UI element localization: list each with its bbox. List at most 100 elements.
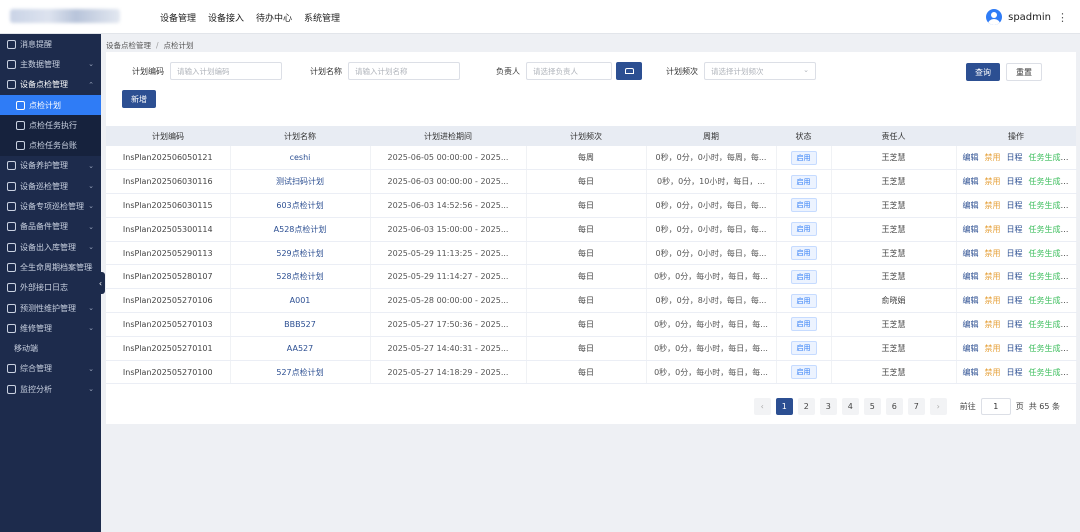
edit-link[interactable]: 编辑 — [963, 368, 979, 377]
goto-page-input[interactable]: 1 — [980, 398, 1011, 415]
generate-task-link[interactable]: 任务生成 — [1029, 153, 1061, 162]
generate-task-link[interactable]: 任务生成 — [1029, 201, 1061, 210]
generate-task-link[interactable]: 任务生成 — [1029, 225, 1061, 234]
schedule-link[interactable]: 日程 — [1007, 344, 1023, 353]
sidebar-item[interactable]: 设备巡检管理 ⌄ — [0, 176, 101, 196]
schedule-link[interactable]: 日程 — [1007, 177, 1023, 186]
disable-link[interactable]: 禁用 — [985, 177, 1001, 186]
sidebar-item[interactable]: 设备专项巡检管理 ⌄ — [0, 196, 101, 216]
page-button[interactable]: 3 — [819, 398, 837, 415]
generate-task-link[interactable]: 任务生成 — [1029, 272, 1061, 281]
disable-link[interactable]: 禁用 — [985, 225, 1001, 234]
disable-link[interactable]: 禁用 — [985, 368, 1001, 377]
schedule-link[interactable]: 日程 — [1007, 272, 1023, 281]
sidebar-item[interactable]: 维修管理 ⌄ — [0, 318, 101, 338]
owner-cell: 王芝慧 — [831, 193, 957, 218]
generate-task-link[interactable]: 任务生成 — [1029, 344, 1061, 353]
query-button[interactable]: 查询 — [966, 63, 1000, 81]
edit-link[interactable]: 编辑 — [963, 296, 979, 305]
generate-task-link[interactable]: 任务生成 — [1029, 320, 1061, 329]
topnav-device-management[interactable]: 设备管理 — [160, 11, 196, 24]
schedule-link[interactable]: 日程 — [1007, 296, 1023, 305]
topnav-device-access[interactable]: 设备接入 — [208, 11, 244, 24]
plan-name-cell[interactable]: ceshi — [230, 146, 371, 171]
topnav-system-management[interactable]: 系统管理 — [304, 11, 340, 24]
sidebar-item[interactable]: 全生命周期档案管理 ⌄ — [0, 257, 101, 277]
plan-name-cell[interactable]: A528点检计划 — [230, 217, 371, 242]
disable-link[interactable]: 禁用 — [985, 344, 1001, 353]
sidebar-item[interactable]: 点检任务台账 — [0, 135, 101, 156]
schedule-link[interactable]: 日程 — [1007, 225, 1023, 234]
prev-page-button[interactable]: ‹ — [753, 398, 771, 415]
plan-name-cell[interactable]: AA527 — [230, 336, 371, 361]
actions-cell: 编辑禁用日程任务生成删除 — [956, 336, 1077, 361]
disable-link[interactable]: 禁用 — [985, 153, 1001, 162]
disable-link[interactable]: 禁用 — [985, 296, 1001, 305]
generate-task-link[interactable]: 任务生成 — [1029, 296, 1061, 305]
reset-button[interactable]: 重置 — [1006, 63, 1042, 81]
page-button[interactable]: 1 — [775, 398, 793, 415]
sidebar-collapse-handle[interactable]: ‹ — [96, 272, 105, 294]
edit-link[interactable]: 编辑 — [963, 320, 979, 329]
topnav-todo-center[interactable]: 待办中心 — [256, 11, 292, 24]
owner-input[interactable]: 请选择负责人 — [526, 62, 612, 80]
generate-task-link[interactable]: 任务生成 — [1029, 249, 1061, 258]
edit-link[interactable]: 编辑 — [963, 177, 979, 186]
sidebar-item[interactable]: 点检任务执行 — [0, 115, 101, 136]
schedule-link[interactable]: 日程 — [1007, 201, 1023, 210]
sidebar-item[interactable]: 点检计划 — [0, 94, 101, 116]
status-badge: 启用 — [790, 150, 817, 165]
page-button[interactable]: 4 — [841, 398, 859, 415]
schedule-link[interactable]: 日程 — [1007, 368, 1023, 377]
edit-link[interactable]: 编辑 — [963, 272, 979, 281]
generate-task-link[interactable]: 任务生成 — [1029, 368, 1061, 377]
generate-task-link[interactable]: 任务生成 — [1029, 177, 1061, 186]
disable-link[interactable]: 禁用 — [985, 249, 1001, 258]
page-button[interactable]: 7 — [907, 398, 925, 415]
frequency-select[interactable]: 请选择计划频次 ⌄ — [704, 62, 816, 80]
edit-link[interactable]: 编辑 — [963, 344, 979, 353]
plan-name-cell[interactable]: 529点检计划 — [230, 241, 371, 266]
cycle-cell: 0秒，0分，8小时，每日，每... — [646, 288, 777, 314]
sidebar-item[interactable]: 移动端 — [0, 338, 101, 358]
sidebar-item[interactable]: 主数据管理 ⌄ — [0, 54, 101, 74]
plan-code-input[interactable]: 请输入计划编码 — [170, 62, 282, 80]
schedule-link[interactable]: 日程 — [1007, 249, 1023, 258]
edit-link[interactable]: 编辑 — [963, 153, 979, 162]
plan-name-input[interactable]: 请输入计划名称 — [348, 62, 460, 80]
page-button[interactable]: 6 — [885, 398, 903, 415]
edit-link[interactable]: 编辑 — [963, 249, 979, 258]
select-owner-button[interactable] — [616, 62, 642, 80]
schedule-link[interactable]: 日程 — [1007, 320, 1023, 329]
plan-name-cell[interactable]: 527点检计划 — [230, 360, 371, 385]
sidebar-item[interactable]: 设备出入库管理 ⌄ — [0, 237, 101, 257]
disable-link[interactable]: 禁用 — [985, 272, 1001, 281]
sidebar-item[interactable]: 设备点检管理 ⌃ — [0, 75, 101, 95]
sidebar-item[interactable]: 预测性维护管理 ⌄ — [0, 298, 101, 318]
sidebar-item[interactable]: 备品备件管理 ⌄ — [0, 217, 101, 237]
plan-name-cell[interactable]: 603点检计划 — [230, 193, 371, 218]
schedule-link[interactable]: 日程 — [1007, 153, 1023, 162]
plan-name-cell[interactable]: 528点检计划 — [230, 264, 371, 290]
sidebar-item[interactable]: 消息提醒 — [0, 34, 101, 54]
plan-name-cell[interactable]: 测试扫码计划 — [230, 169, 371, 195]
col-period: 计划进检期间 — [370, 126, 526, 146]
disable-link[interactable]: 禁用 — [985, 201, 1001, 210]
user-menu[interactable]: spadmin ⋮ — [986, 0, 1068, 34]
edit-link[interactable]: 编辑 — [963, 201, 979, 210]
sidebar-item[interactable]: 外部接口日志 — [0, 278, 101, 298]
page-button[interactable]: 5 — [863, 398, 881, 415]
period-cell: 2025-05-28 00:00:00 - 2025... — [370, 288, 527, 314]
plan-name-cell[interactable]: BBB527 — [230, 312, 371, 337]
edit-link[interactable]: 编辑 — [963, 225, 979, 234]
add-button[interactable]: 新增 — [122, 90, 156, 108]
breadcrumb-parent[interactable]: 设备点检管理 — [106, 41, 151, 50]
sidebar-item[interactable]: 综合管理 ⌄ — [0, 359, 101, 379]
plan-name-cell[interactable]: A001 — [230, 288, 371, 314]
next-page-button[interactable]: › — [929, 398, 947, 415]
disable-link[interactable]: 禁用 — [985, 320, 1001, 329]
sidebar-item[interactable]: 监控分析 ⌄ — [0, 379, 101, 399]
page-button[interactable]: 2 — [797, 398, 815, 415]
more-icon[interactable]: ⋮ — [1057, 11, 1068, 24]
sidebar-item[interactable]: 设备养护管理 ⌄ — [0, 156, 101, 176]
